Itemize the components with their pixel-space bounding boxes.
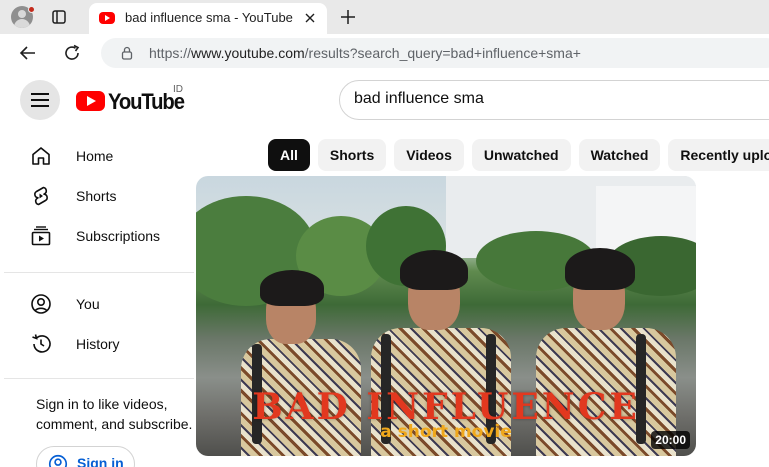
sidebar-item-label: Home [76, 148, 114, 164]
search-input[interactable] [354, 90, 754, 108]
signin-prompt: Sign in to like videos, comment, and sub… [36, 396, 193, 432]
address-bar[interactable]: https://www.youtube.com/results?search_q… [101, 38, 769, 68]
sidebar-item-label: History [76, 336, 120, 352]
sidebar-item-history[interactable]: History [4, 324, 194, 364]
sidebar-item-label: You [76, 296, 100, 312]
sidebar-item-label: Shorts [76, 188, 117, 204]
guide-menu-button[interactable] [20, 80, 60, 120]
new-tab-icon[interactable] [339, 8, 357, 26]
sidebar-divider [4, 378, 194, 379]
url-text[interactable]: https://www.youtube.com/results?search_q… [149, 45, 581, 61]
browser-toolbar: https://www.youtube.com/results?search_q… [0, 34, 769, 72]
user-circle-icon [31, 294, 51, 314]
browser-tab-active[interactable]: bad influence sma - YouTube [89, 3, 327, 34]
user-circle-icon [48, 454, 68, 467]
history-icon [32, 334, 51, 353]
youtube-page: YouTube ID Home Shorts Sub [4, 72, 769, 467]
profile-notification-dot [28, 6, 35, 13]
youtube-favicon-icon [99, 12, 115, 24]
tab-actions-icon[interactable] [51, 9, 67, 25]
thumbnail-subtitle: a short movie [380, 422, 512, 442]
video-duration-badge: 20:00 [651, 431, 690, 449]
chip-recently-uploaded[interactable]: Recently uploaded [668, 139, 769, 171]
tab-title: bad influence sma - YouTube [125, 10, 293, 25]
sidebar-item-label: Subscriptions [76, 228, 161, 244]
reload-icon[interactable] [62, 43, 82, 63]
chip-watched[interactable]: Watched [578, 139, 661, 171]
lock-icon[interactable] [120, 46, 134, 60]
youtube-logo-icon [76, 91, 105, 111]
sign-in-button[interactable]: Sign in [36, 446, 135, 467]
close-tab-icon[interactable] [303, 11, 317, 25]
browser-tab-strip: bad influence sma - YouTube [0, 0, 769, 34]
sidebar-divider [4, 272, 194, 273]
country-code: ID [173, 84, 183, 95]
chip-videos[interactable]: Videos [394, 139, 464, 171]
filter-chips: All Shorts Videos Unwatched Watched Recently … [268, 139, 769, 171]
back-arrow-icon[interactable] [18, 43, 38, 63]
chip-shorts[interactable]: Shorts [317, 139, 387, 171]
chip-unwatched[interactable]: Unwatched [471, 139, 571, 171]
sidebar-item-shorts[interactable]: Shorts [4, 176, 194, 216]
sidebar-item-you[interactable]: You [4, 284, 194, 324]
chip-all[interactable]: All [268, 139, 310, 171]
shorts-icon [34, 186, 48, 206]
home-icon [32, 147, 50, 165]
sign-in-label: Sign in [77, 455, 124, 467]
video-thumbnail[interactable]: BAD INFLUENCE a short movie 20:00 [196, 176, 696, 456]
search-box[interactable] [339, 80, 769, 120]
subscriptions-icon [31, 226, 51, 246]
sidebar-item-home[interactable]: Home [4, 136, 194, 176]
sidebar-item-subscriptions[interactable]: Subscriptions [4, 216, 194, 256]
